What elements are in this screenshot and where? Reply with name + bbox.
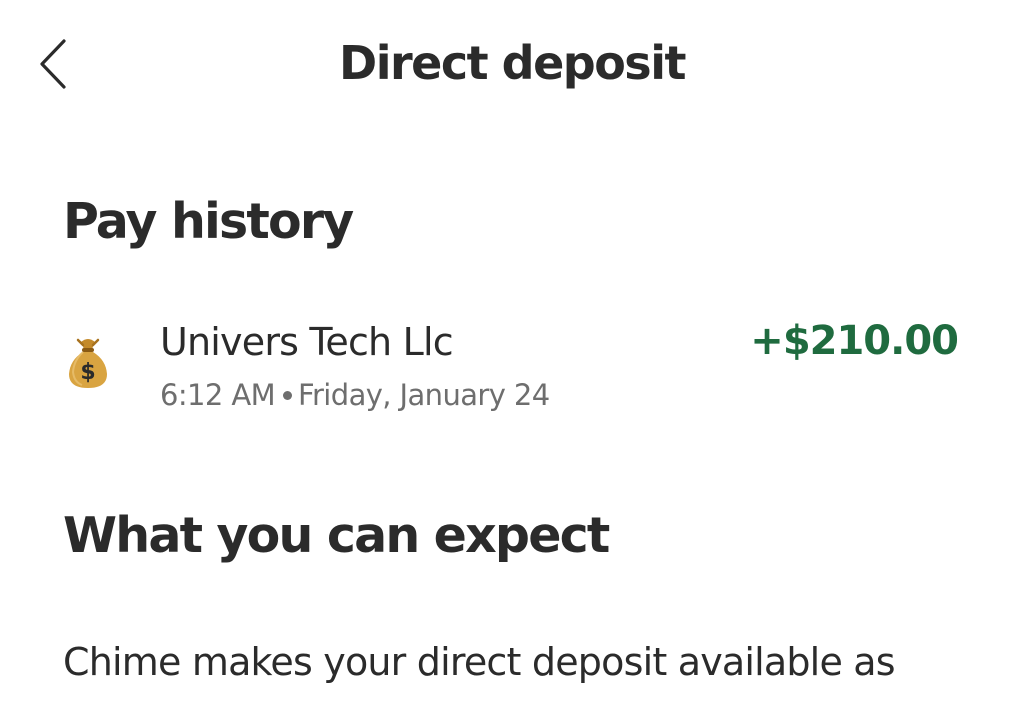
deposit-payer-name: Univers Tech Llc <box>160 320 454 364</box>
separator-dot-icon <box>283 390 293 400</box>
expect-body-text: Chime makes your direct deposit availabl… <box>63 640 896 684</box>
pay-history-heading: Pay history <box>63 193 354 250</box>
deposit-amount: +$210.00 <box>750 318 959 364</box>
page-title: Direct deposit <box>339 36 686 90</box>
deposit-date: Friday, January 24 <box>298 378 550 412</box>
money-bag-icon: $ <box>69 338 107 388</box>
svg-text:$: $ <box>80 360 95 385</box>
header-bar: Direct deposit <box>0 0 1024 130</box>
expect-heading: What you can expect <box>63 507 610 564</box>
deposit-list-item[interactable]: $ Univers Tech Llc 6:12 AM Friday, Januar… <box>60 318 970 418</box>
deposit-time: 6:12 AM <box>160 378 276 412</box>
deposit-timestamp: 6:12 AM Friday, January 24 <box>160 378 550 412</box>
